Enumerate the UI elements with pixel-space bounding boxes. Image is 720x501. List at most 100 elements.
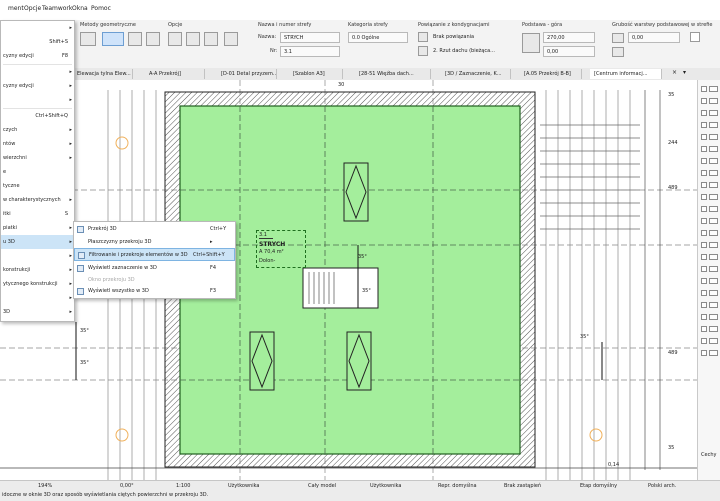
zone-name-field[interactable]: STRYCH xyxy=(280,32,340,43)
nav-item[interactable] xyxy=(701,182,718,189)
close-tab-icon[interactable]: × xyxy=(672,69,677,76)
submenu-item-wyswietl-wszystko[interactable]: Wyświetl wszystko w 3D F3 xyxy=(74,285,235,298)
tab-wiezba[interactable]: [28-51 Więźba dach... xyxy=(355,69,431,79)
label-powiazanie: Powiązanie z kondygnacjami xyxy=(418,22,490,28)
zone-stamp[interactable]: 3.1 STRYCH A 70,4 m² Dolon- xyxy=(256,230,306,268)
nav-item[interactable] xyxy=(701,170,718,177)
nav-item[interactable] xyxy=(701,314,718,321)
menu-item[interactable]: ▸ xyxy=(1,249,74,263)
representation[interactable]: Repr. domyślna xyxy=(438,482,477,490)
tab-elewacja-tylna[interactable]: Elewacja tylna Elew... xyxy=(73,69,133,79)
model-view[interactable]: Cały model xyxy=(308,482,336,490)
menu-item[interactable]: ▸ xyxy=(1,93,74,107)
view-menu-dropdown: ▸ Shift+S cyzny edycji F8 ▸ cyzny edycji ▸… xyxy=(0,20,75,322)
nav-item[interactable] xyxy=(701,218,718,225)
menu-item[interactable]: ▸ xyxy=(1,291,74,305)
menu-item[interactable]: ntów ▸ xyxy=(1,137,74,151)
tab-szablon[interactable]: [Szablon A3] xyxy=(289,69,343,79)
tab-3d-zaznaczenie[interactable]: [3D / Zaznaczenie, K... xyxy=(441,69,511,79)
story-link-bottom[interactable]: 2. Rzut dachu (bieżąca... xyxy=(430,46,504,57)
story-link-top[interactable]: Brak powiązania xyxy=(430,32,504,43)
option-icon-2[interactable] xyxy=(186,32,200,46)
menu-item[interactable]: ytycznego konstrukcji ▸ xyxy=(1,277,74,291)
submenu-item-filtrowanie[interactable]: Filtrowanie i przekroje elementów w 3D Ct… xyxy=(74,248,235,261)
nav-item[interactable] xyxy=(701,158,718,165)
menu-item-teamwork[interactable]: Teamwork xyxy=(42,5,72,12)
zone-floor-label: Dolon- xyxy=(259,258,276,264)
menu-item-pomoc[interactable]: Pomoc xyxy=(91,5,111,12)
settings-icon[interactable] xyxy=(690,32,700,42)
zone-number-field[interactable]: 3.1 xyxy=(280,46,340,57)
zone-category-select[interactable]: 0.0 Ogólne xyxy=(348,32,408,43)
option-icon-4[interactable] xyxy=(224,32,238,46)
nav-item[interactable] xyxy=(701,242,718,249)
menu-item[interactable]: 3D ▸ xyxy=(1,305,74,319)
submenu-item-przekroj-3d[interactable]: Przekrój 3D Ctrl+Y xyxy=(74,223,235,236)
rotation-angle[interactable]: 0,00° xyxy=(120,482,134,490)
menu-item[interactable]: e xyxy=(1,165,74,179)
nav-item[interactable] xyxy=(701,266,718,273)
menu-item[interactable]: piatki ▸ xyxy=(1,221,74,235)
tab-przekroj-bb[interactable]: [A.05 Przekrój B-B] xyxy=(520,69,582,79)
nav-item[interactable] xyxy=(701,254,718,261)
nav-item[interactable] xyxy=(701,350,718,357)
tab-detal[interactable]: [D-01 Detal przyzem... xyxy=(217,69,277,79)
submenu-arrow-icon: ▸ xyxy=(69,253,72,259)
option-icon-1[interactable] xyxy=(168,32,182,46)
height-icon xyxy=(522,33,540,53)
nav-item[interactable] xyxy=(701,302,718,309)
menu-item[interactable]: itki S xyxy=(1,207,74,221)
pen-set[interactable]: Użytkownika xyxy=(370,482,402,490)
menu-item[interactable]: w charakterystycznych ▸ xyxy=(1,193,74,207)
nav-item[interactable] xyxy=(701,134,718,141)
tab-centrum-informacji[interactable]: [Centrum informacj... xyxy=(590,69,662,79)
menu-item[interactable]: ▸ xyxy=(1,21,74,35)
base-height-field[interactable]: 270,00 xyxy=(543,32,595,43)
menu-item[interactable]: czych ▸ xyxy=(1,123,74,137)
nav-item[interactable] xyxy=(701,230,718,237)
menu-item[interactable]: Ctrl+Shift+Q xyxy=(1,109,74,123)
menu-item-element[interactable]: ment xyxy=(8,5,24,12)
polygon-method-icon[interactable] xyxy=(102,32,124,46)
menu-item[interactable]: ▸ xyxy=(1,65,74,79)
layer-combo[interactable]: Użytkownika xyxy=(228,482,260,490)
option-icon-3[interactable] xyxy=(204,32,218,46)
scale-value[interactable]: 1:100 xyxy=(176,482,190,490)
thickness-field[interactable]: 0,00 xyxy=(628,32,680,43)
dimension-standard[interactable]: Polski arch. xyxy=(648,482,676,490)
menu-item[interactable]: tyczne xyxy=(1,179,74,193)
override-combo[interactable]: Brak zastąpień xyxy=(504,482,541,490)
nav-item[interactable] xyxy=(701,338,718,345)
menu-item[interactable]: Shift+S xyxy=(1,35,74,49)
nav-item[interactable] xyxy=(701,290,718,297)
menu-item[interactable]: konstrukcji ▸ xyxy=(1,263,74,277)
zoom-level[interactable]: 194% xyxy=(38,482,52,490)
menu-item-opcje[interactable]: Opcje xyxy=(24,5,41,12)
rotated-rect-icon[interactable] xyxy=(146,32,160,46)
rectangle-method-icon[interactable] xyxy=(128,32,142,46)
phase-filter[interactable]: Etap domyślny xyxy=(580,482,617,490)
info-box: Metody geometryczne Opcje Nazwa i numer … xyxy=(0,20,720,69)
nav-item[interactable] xyxy=(701,194,718,201)
nav-item[interactable] xyxy=(701,98,718,105)
menu-item-widok-3d[interactable]: u 3D ▸ xyxy=(1,235,74,249)
menu-item-okna[interactable]: Okna xyxy=(72,5,88,12)
top-offset-field[interactable]: 0,00 xyxy=(543,46,595,57)
label-metody-geometryczne: Metody geometryczne xyxy=(80,22,136,28)
nav-item[interactable] xyxy=(701,122,718,129)
nav-item[interactable] xyxy=(701,326,718,333)
nav-item[interactable] xyxy=(701,86,718,93)
nav-item[interactable] xyxy=(701,278,718,285)
nav-item[interactable] xyxy=(701,146,718,153)
label-grubosc: Grubość warstwy podstawowej w strefie xyxy=(612,22,713,28)
show-selection-icon xyxy=(77,265,84,272)
geometry-method-icon[interactable] xyxy=(80,32,96,46)
tab-aa-przekroj[interactable]: A-A Przekrój] xyxy=(145,69,205,79)
tab-list-icon[interactable]: ▾ xyxy=(683,69,686,76)
menu-item[interactable]: wierzchni ▸ xyxy=(1,151,74,165)
nav-item[interactable] xyxy=(701,206,718,213)
menu-item[interactable]: cyzny edycji ▸ xyxy=(1,79,74,93)
nav-item[interactable] xyxy=(701,110,718,117)
right-dim-5: 35 xyxy=(668,445,675,451)
menu-item[interactable]: cyzny edycji F8 xyxy=(1,49,74,63)
